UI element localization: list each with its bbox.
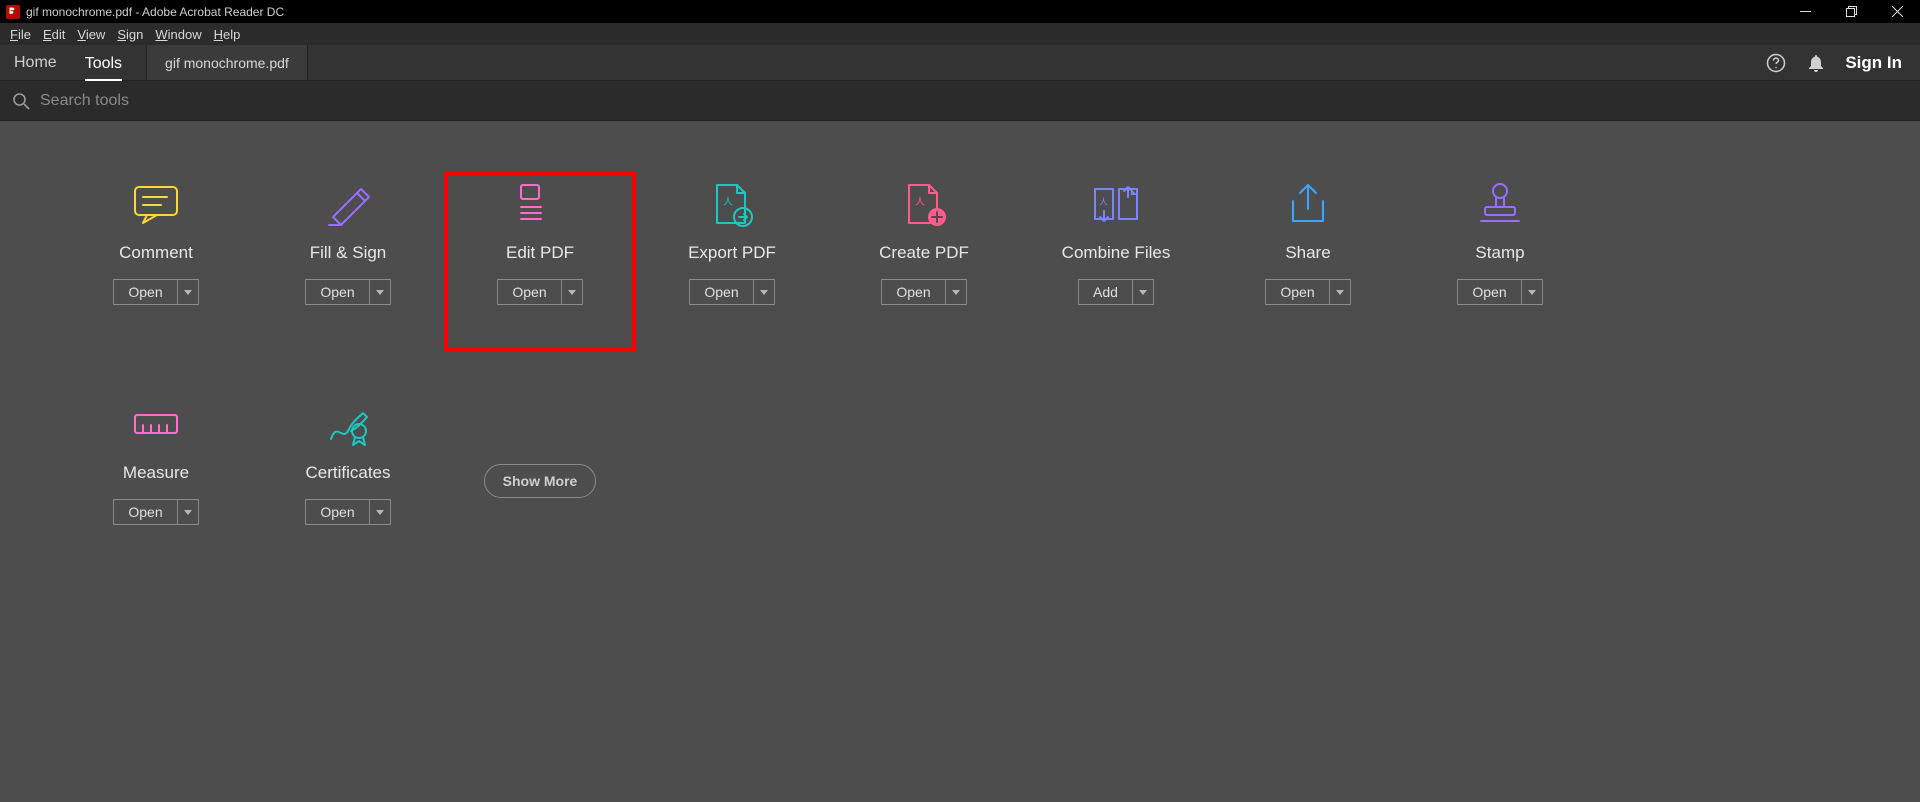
tool-share-button-main[interactable]: Open [1266,280,1329,304]
tool-fillsign-button[interactable]: Open [305,279,390,305]
tool-label: Measure [123,463,189,483]
tool-label: Comment [119,243,193,263]
stamp-icon [1475,181,1525,227]
tabbar: Home Tools gif monochrome.pdf Sign In [0,45,1920,81]
window-title: gif monochrome.pdf - Adobe Acrobat Reade… [26,5,284,19]
titlebar: gif monochrome.pdf - Adobe Acrobat Reade… [0,0,1920,23]
tool-combine-button[interactable]: Add [1078,279,1154,305]
maximize-button[interactable] [1828,0,1874,23]
search-icon [12,92,30,110]
help-icon[interactable] [1765,52,1787,74]
tool-card-stamp: Stamp Open [1404,171,1596,351]
tool-label: Fill & Sign [310,243,387,263]
svg-text:人: 人 [915,196,925,208]
tool-editpdf-button[interactable]: Open [497,279,582,305]
searchbar [0,81,1920,121]
tool-comment-button-main[interactable]: Open [114,280,177,304]
nav-tools[interactable]: Tools [71,45,136,80]
tool-card-measure: Measure Open [60,391,252,571]
notifications-icon[interactable] [1805,52,1827,74]
menu-edit[interactable]: Edit [37,25,71,44]
tool-export-button-main[interactable]: Open [690,280,753,304]
tool-card-combine: 人 Combine Files Add [1020,171,1212,351]
tool-certs-button-main[interactable]: Open [306,500,369,524]
tool-label: Share [1285,243,1330,263]
tool-label: Edit PDF [506,243,574,263]
combine-icon: 人 [1091,181,1141,227]
svg-text:人: 人 [723,196,733,208]
tool-fillsign-button-main[interactable]: Open [306,280,369,304]
tool-card-share: Share Open [1212,171,1404,351]
certs-icon [323,401,373,447]
document-tab[interactable]: gif monochrome.pdf [146,45,308,80]
document-tab-label: gif monochrome.pdf [165,55,289,71]
menu-help[interactable]: Help [208,25,247,44]
tool-stamp-button-main[interactable]: Open [1458,280,1521,304]
tool-export-button[interactable]: Open [689,279,774,305]
tool-comment-button[interactable]: Open [113,279,198,305]
tool-create-button-dropdown[interactable] [946,280,966,304]
tool-fillsign-button-dropdown[interactable] [370,280,390,304]
tool-card-certs: Certificates Open [252,391,444,571]
tool-label: Create PDF [879,243,969,263]
tool-measure-button-dropdown[interactable] [178,500,198,524]
tool-export-button-dropdown[interactable] [754,280,774,304]
tool-card-editpdf: Edit PDF Open [444,171,636,351]
tool-certs-button-dropdown[interactable] [370,500,390,524]
measure-icon [131,401,181,447]
export-icon: 人 [707,181,757,227]
tool-share-button[interactable]: Open [1265,279,1350,305]
menu-view[interactable]: View [71,25,111,44]
show-more-button[interactable]: Show More [484,464,597,498]
tool-stamp-button-dropdown[interactable] [1522,280,1542,304]
fillsign-icon [323,181,373,227]
tool-card-fillsign: Fill & Sign Open [252,171,444,351]
sign-in-button[interactable]: Sign In [1845,53,1902,73]
minimize-button[interactable] [1782,0,1828,23]
tool-create-button[interactable]: Open [881,279,966,305]
tool-comment-button-dropdown[interactable] [178,280,198,304]
tool-certs-button[interactable]: Open [305,499,390,525]
nav-home[interactable]: Home [0,45,71,80]
tool-card-create: 人 Create PDF Open [828,171,1020,351]
tool-combine-button-main[interactable]: Add [1079,280,1133,304]
create-icon: 人 [899,181,949,227]
menubar: File Edit View Sign Window Help [0,23,1920,45]
window-controls [1782,0,1920,23]
tool-stamp-button[interactable]: Open [1457,279,1542,305]
tool-label: Combine Files [1062,243,1171,263]
nav-tools-label: Tools [85,55,122,81]
tool-card-comment: Comment Open [60,171,252,351]
app-icon [6,5,20,19]
show-more-cell: Show More [444,391,636,571]
menu-sign[interactable]: Sign [111,25,149,44]
search-input[interactable] [38,91,438,111]
tools-panel: Comment Open Fill & Sign Open Edit PDF Open 人 E… [0,121,1920,571]
share-icon [1283,181,1333,227]
tool-label: Certificates [305,463,390,483]
tool-label: Export PDF [688,243,776,263]
comment-icon [131,181,181,227]
tool-label: Stamp [1475,243,1524,263]
tool-combine-button-dropdown[interactable] [1133,280,1153,304]
tool-measure-button[interactable]: Open [113,499,198,525]
tool-editpdf-button-dropdown[interactable] [562,280,582,304]
menu-file[interactable]: File [4,25,37,44]
tool-card-export: 人 Export PDF Open [636,171,828,351]
tool-measure-button-main[interactable]: Open [114,500,177,524]
svg-text:人: 人 [1099,197,1108,207]
tool-editpdf-button-main[interactable]: Open [498,280,561,304]
nav-home-label: Home [14,54,57,72]
tool-create-button-main[interactable]: Open [882,280,945,304]
menu-window[interactable]: Window [149,25,207,44]
close-button[interactable] [1874,0,1920,23]
editpdf-icon [515,181,565,227]
tool-share-button-dropdown[interactable] [1330,280,1350,304]
